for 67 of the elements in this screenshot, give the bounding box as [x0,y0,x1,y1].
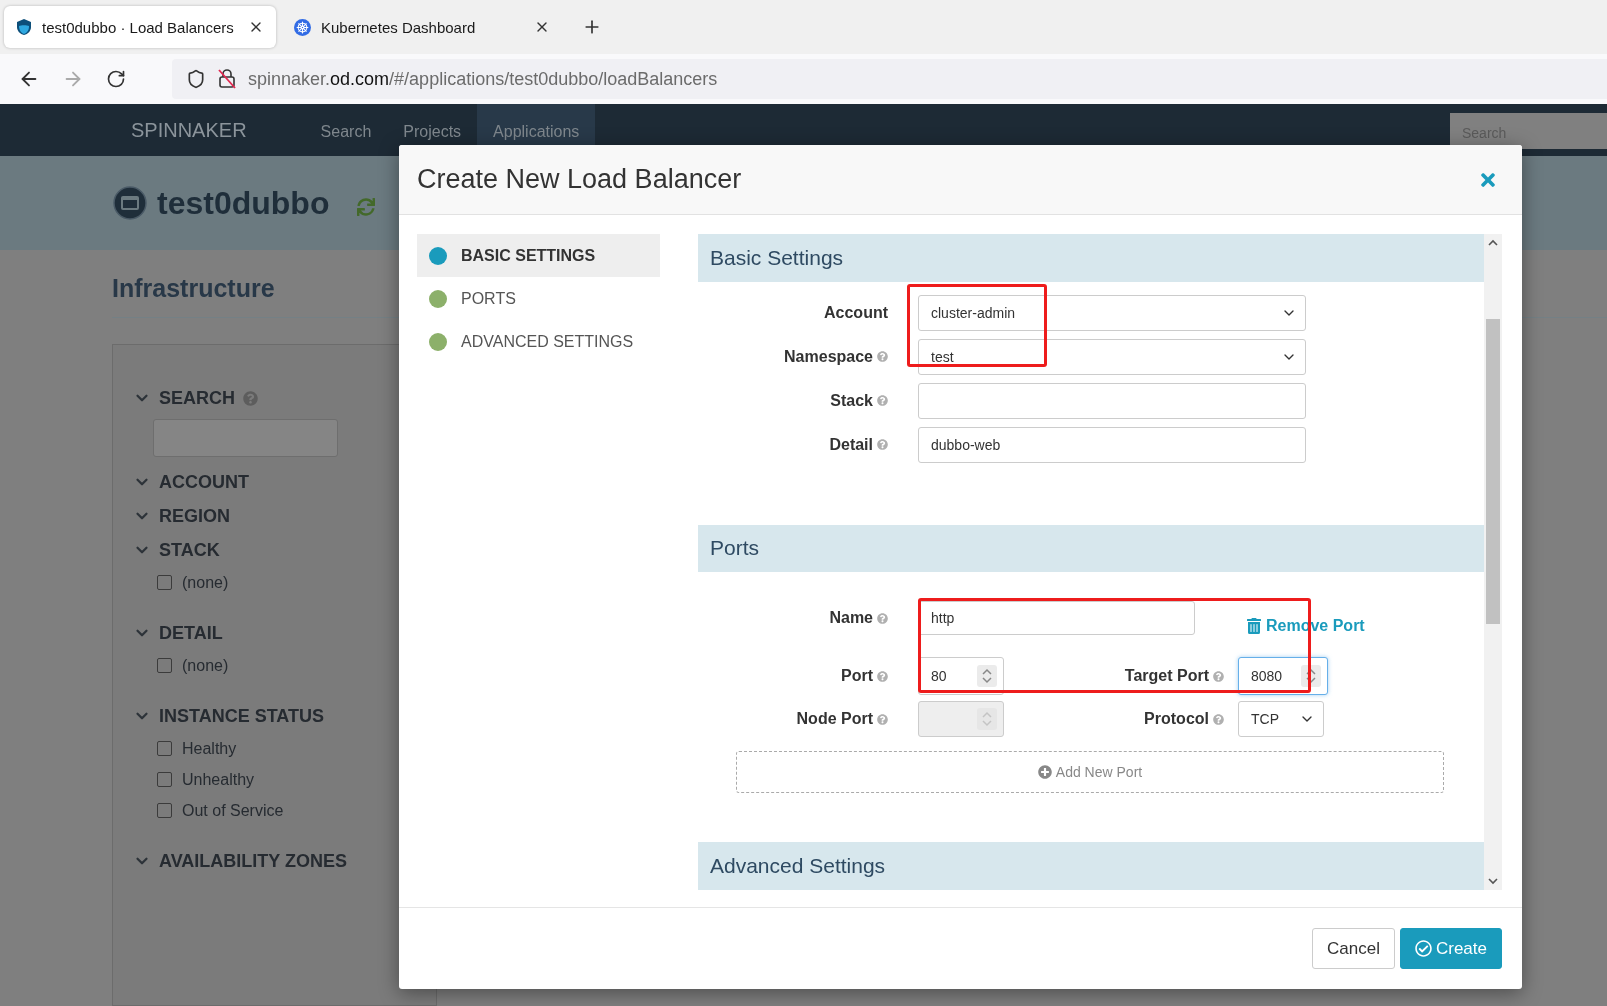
option-label: Unhealthy [182,770,255,789]
number-field[interactable]: 80 [918,657,1004,696]
help-icon [877,395,888,407]
checkbox[interactable] [157,658,172,673]
option-label: (none) [182,656,229,675]
option-label: Healthy [182,739,237,758]
dialog-title: Create New Load Balancer [417,164,742,195]
help-icon [877,351,888,363]
field-label: Account [824,303,888,322]
option-label: Out of Service [182,801,284,820]
checkbox[interactable] [157,575,172,590]
field-label: Name [829,609,873,628]
add-port-button[interactable]: Add New Port [736,751,1444,793]
shield-icon [186,69,206,89]
help-icon [1213,713,1224,725]
help-icon [877,439,888,451]
field-label: Target Port [1124,667,1209,686]
app-name: test0dubbo [157,184,330,222]
shield-icon [16,18,32,36]
help-icon [243,390,258,406]
wheel-icon [294,18,311,36]
check-icon [1414,940,1432,957]
section-title: Advanced Settings [710,854,886,879]
field-label: Namespace [784,347,873,366]
tab-title: test0dubbo · Load Balancers [42,18,235,36]
field-label: Protocol [1144,710,1209,729]
tab-title: Kubernetes Dashboard [321,18,477,36]
field-label: Stack [830,391,873,410]
browser-tab[interactable]: test0dubbo · Load Balancers [4,6,276,48]
help-icon [877,670,888,682]
wizard-step[interactable]: PORTS [417,277,660,320]
section-title: Basic Settings [710,245,844,270]
checkbox[interactable] [157,741,172,756]
number-field[interactable]: 8080 [1238,657,1328,696]
field-label: Node Port [796,710,873,729]
section-title: Ports [710,536,759,561]
cancel-button[interactable]: Cancel [1312,928,1395,969]
field-label: Port [841,667,873,686]
checkbox[interactable] [157,803,172,818]
text-field[interactable]: dubbo-web [918,426,1306,463]
field-label: Detail [829,435,873,454]
select-field[interactable]: cluster-admin [918,294,1306,331]
text-field[interactable] [918,382,1306,419]
wizard-step[interactable]: ADVANCED SETTINGS [417,320,660,363]
select-field[interactable]: TCP [1238,701,1324,738]
text-field[interactable]: http [918,601,1195,636]
trash-icon [1246,618,1262,635]
stepper-icon[interactable] [977,665,997,688]
reload-icon[interactable] [106,69,126,89]
app-icon [113,186,147,220]
url-text: spinnaker.od.com/#/applications/test0dubbo/loadBalancers [248,68,718,90]
checkbox[interactable] [157,772,172,787]
help-icon [877,612,888,624]
browser-tab[interactable]: Kubernetes Dashboard [282,6,562,48]
help-icon [1213,670,1224,682]
scrollbar[interactable] [1484,234,1502,890]
address-bar[interactable]: spinnaker.od.com/#/applications/test0dubbo/loadBalancers [172,59,1607,99]
section-title: Infrastructure [112,274,275,302]
plus-icon [1037,765,1052,780]
select-field[interactable]: test [918,338,1306,375]
option-label: (none) [182,573,229,592]
wizard-step[interactable]: BASIC SETTINGS [417,234,660,277]
help-icon [877,713,888,725]
brand-name: SPINNAKER [131,118,247,142]
lock-slash-icon [218,69,236,89]
nav-item[interactable]: Search [304,104,388,156]
stepper-icon[interactable] [1301,665,1321,688]
